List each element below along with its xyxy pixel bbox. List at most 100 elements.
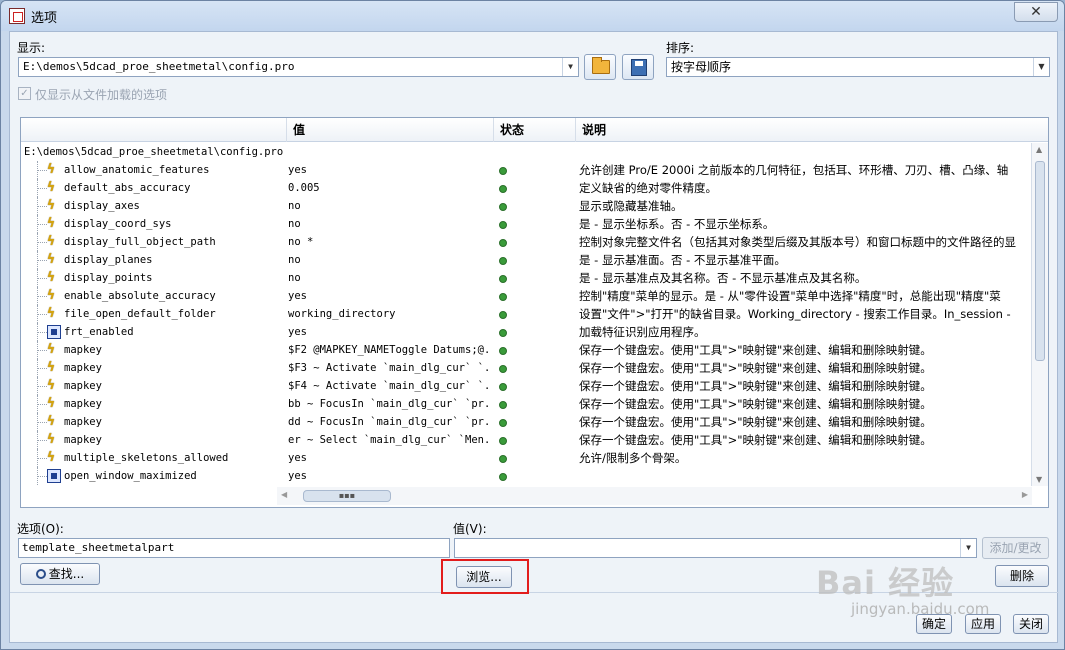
status-cell — [493, 323, 575, 341]
status-cell — [493, 359, 575, 377]
horizontal-scrollbar[interactable]: ◀ ▪▪▪ ▶ — [277, 487, 1032, 505]
table-row[interactable]: ϟ mapkey $F4 ~ Activate `main_dlg_cur` `..… — [21, 377, 1032, 395]
option-name: default_abs_accuracy — [64, 182, 191, 194]
option-value-cell: yes — [288, 452, 307, 464]
table-row[interactable]: ϟ display_points no 是 - 显示基准点及其名称。否 - 不显示基准… — [21, 269, 1032, 287]
status-cell — [493, 377, 575, 395]
table-row[interactable]: ϟ display_axes no 显示或隐藏基准轴。 — [21, 197, 1032, 215]
table-row[interactable]: ϟ multiple_skeletons_allowed yes 允许/限制多个骨架。 — [21, 449, 1032, 467]
description-cell: 保存一个键盘宏。使用"工具">"映射键"来创建、编辑和删除映射键。 — [579, 379, 932, 393]
status-dot-icon — [499, 257, 507, 265]
open-folder-button[interactable] — [584, 54, 616, 80]
description-cell: 设置"文件">"打开"的缺省目录。Working_directory - 搜索工… — [579, 307, 1011, 321]
option-value-select[interactable]: ▼ — [454, 538, 977, 558]
scroll-left-icon[interactable]: ◀ — [281, 490, 287, 499]
option-value-cell: $F4 ~ Activate `main_dlg_cur` `... — [288, 380, 492, 392]
status-dot-icon — [499, 311, 507, 319]
search-icon — [35, 569, 46, 579]
table-row[interactable]: ϟ enable_absolute_accuracy yes 控制"精度"菜单的显示。… — [21, 287, 1032, 305]
vertical-scrollbar[interactable]: ▲ ▼ — [1031, 143, 1048, 486]
table-row[interactable]: ϟ mapkey bb ~ FocusIn `main_dlg_cur` `pr..… — [21, 395, 1032, 413]
sort-select[interactable]: 按字母顺序 ▼ — [666, 57, 1050, 77]
tree-branch — [37, 260, 47, 261]
table-row[interactable]: ϟ mapkey $F2 @MAPKEY_NAMEToggle Datums;@..… — [21, 341, 1032, 359]
table-row[interactable]: ϟ display_coord_sys no 是 - 显示坐标系。否 - 不显示坐标系… — [21, 215, 1032, 233]
scroll-up-icon[interactable]: ▲ — [1036, 145, 1042, 154]
scroll-down-icon[interactable]: ▼ — [1036, 475, 1042, 484]
lightning-icon: ϟ — [47, 252, 55, 267]
horizontal-scroll-thumb[interactable]: ▪▪▪ — [303, 490, 391, 502]
header-status[interactable]: 状态 — [493, 118, 575, 142]
table-row[interactable]: ϟ file_open_default_folder working_directo… — [21, 305, 1032, 323]
status-dot-icon — [499, 473, 507, 481]
header-value[interactable]: 值 — [286, 118, 493, 142]
option-name-input[interactable]: template_sheetmetalpart — [18, 538, 450, 558]
tree-branch — [37, 206, 47, 207]
option-name: enable_absolute_accuracy — [64, 290, 216, 302]
header-description[interactable]: 说明 — [575, 118, 1035, 142]
only-loaded-checkbox[interactable]: ✓ — [18, 87, 31, 100]
status-dot-icon — [499, 221, 507, 229]
close-button[interactable]: 关闭 — [1013, 614, 1049, 634]
option-value-cell: $F3 ~ Activate `main_dlg_cur` `... — [288, 362, 492, 374]
lightning-icon: ϟ — [47, 234, 55, 249]
window-close-button[interactable]: ✕ — [1014, 2, 1058, 22]
option-name-cell: ϟ enable_absolute_accuracy — [21, 287, 286, 305]
status-dot-icon — [499, 167, 507, 175]
option-name: display_axes — [64, 200, 140, 212]
option-label: 选项(O): — [17, 522, 64, 536]
lightning-icon: ϟ — [47, 450, 55, 465]
add-change-button[interactable]: 添加/更改 — [982, 537, 1049, 559]
option-name: display_points — [64, 272, 153, 284]
table-row[interactable]: ϟ mapkey er ~ Select `main_dlg_cur` `Men..… — [21, 431, 1032, 449]
delete-button[interactable]: 删除 — [995, 565, 1049, 587]
tree-branch — [37, 278, 47, 279]
option-value-cell: no — [288, 272, 301, 284]
window-title: 选项 — [31, 11, 58, 26]
option-name-cell: frt_enabled — [21, 323, 286, 341]
option-name: mapkey — [64, 380, 102, 392]
vertical-scroll-thumb[interactable] — [1035, 161, 1045, 361]
find-button[interactable]: 查找... — [20, 563, 100, 585]
chevron-down-icon[interactable]: ▼ — [1033, 58, 1049, 76]
table-row[interactable]: ϟ mapkey dd ~ FocusIn `main_dlg_cur` `pr..… — [21, 413, 1032, 431]
lightning-icon: ϟ — [47, 396, 55, 411]
scroll-right-icon[interactable]: ▶ — [1022, 490, 1028, 499]
chevron-down-icon[interactable]: ▼ — [960, 539, 976, 557]
table-row[interactable]: open_window_maximized yes — [21, 467, 1032, 485]
tree-branch — [37, 242, 47, 243]
description-cell: 加载特征识别应用程序。 — [579, 325, 706, 339]
options-dialog: 选项 ✕ 显示: E:\demos\5dcad_proe_sheetmetal\… — [0, 0, 1065, 650]
option-value-cell: dd ~ FocusIn `main_dlg_cur` `pr... — [288, 416, 492, 428]
tree-branch — [37, 188, 47, 189]
find-button-label: 查找... — [48, 567, 85, 581]
display-config-select[interactable]: E:\demos\5dcad_proe_sheetmetal\config.pr… — [18, 57, 579, 77]
table-row[interactable]: frt_enabled yes 加载特征识别应用程序。 — [21, 323, 1032, 341]
table-root-row[interactable]: E:\demos\5dcad_proe_sheetmetal\config.pr… — [21, 143, 1032, 161]
lightning-icon: ϟ — [47, 360, 55, 375]
table-header: 值 状态 说明 — [21, 118, 1048, 142]
description-cell: 保存一个键盘宏。使用"工具">"映射键"来创建、编辑和删除映射键。 — [579, 361, 932, 375]
table-row[interactable]: ϟ display_planes no 是 - 显示基准面。否 - 不显示基准平面。 — [21, 251, 1032, 269]
option-value-cell: bb ~ FocusIn `main_dlg_cur` `pr... — [288, 398, 492, 410]
option-name: file_open_default_folder — [64, 308, 216, 320]
chevron-down-icon[interactable]: ▼ — [562, 58, 578, 76]
option-name-cell: ϟ display_axes — [21, 197, 286, 215]
tree-branch — [37, 350, 47, 351]
sort-label: 排序: — [666, 41, 695, 55]
lightning-icon: ϟ — [47, 342, 55, 357]
lightning-icon: ϟ — [47, 378, 55, 393]
description-cell: 是 - 显示基准点及其名称。否 - 不显示基准点及其名称。 — [579, 271, 867, 285]
option-value-cell: er ~ Select `main_dlg_cur` `Men... — [288, 434, 492, 446]
option-value-cell: no — [288, 200, 301, 212]
table-rows: E:\demos\5dcad_proe_sheetmetal\config.pr… — [21, 143, 1032, 486]
table-row[interactable]: ϟ display_full_object_path no * 控制对象完整文件名（包… — [21, 233, 1032, 251]
table-row[interactable]: ϟ allow_anatomic_features yes 允许创建 Pro/E 20… — [21, 161, 1032, 179]
option-value-cell: $F2 @MAPKEY_NAMEToggle Datums;@... — [288, 344, 492, 356]
option-value-cell: yes — [288, 470, 307, 482]
table-row[interactable]: ϟ mapkey $F3 ~ Activate `main_dlg_cur` `..… — [21, 359, 1032, 377]
save-config-button[interactable] — [622, 54, 654, 80]
table-row[interactable]: ϟ default_abs_accuracy 0.005 定义缺省的绝对零件精度。 — [21, 179, 1032, 197]
status-cell — [493, 251, 575, 269]
status-dot-icon — [499, 401, 507, 409]
